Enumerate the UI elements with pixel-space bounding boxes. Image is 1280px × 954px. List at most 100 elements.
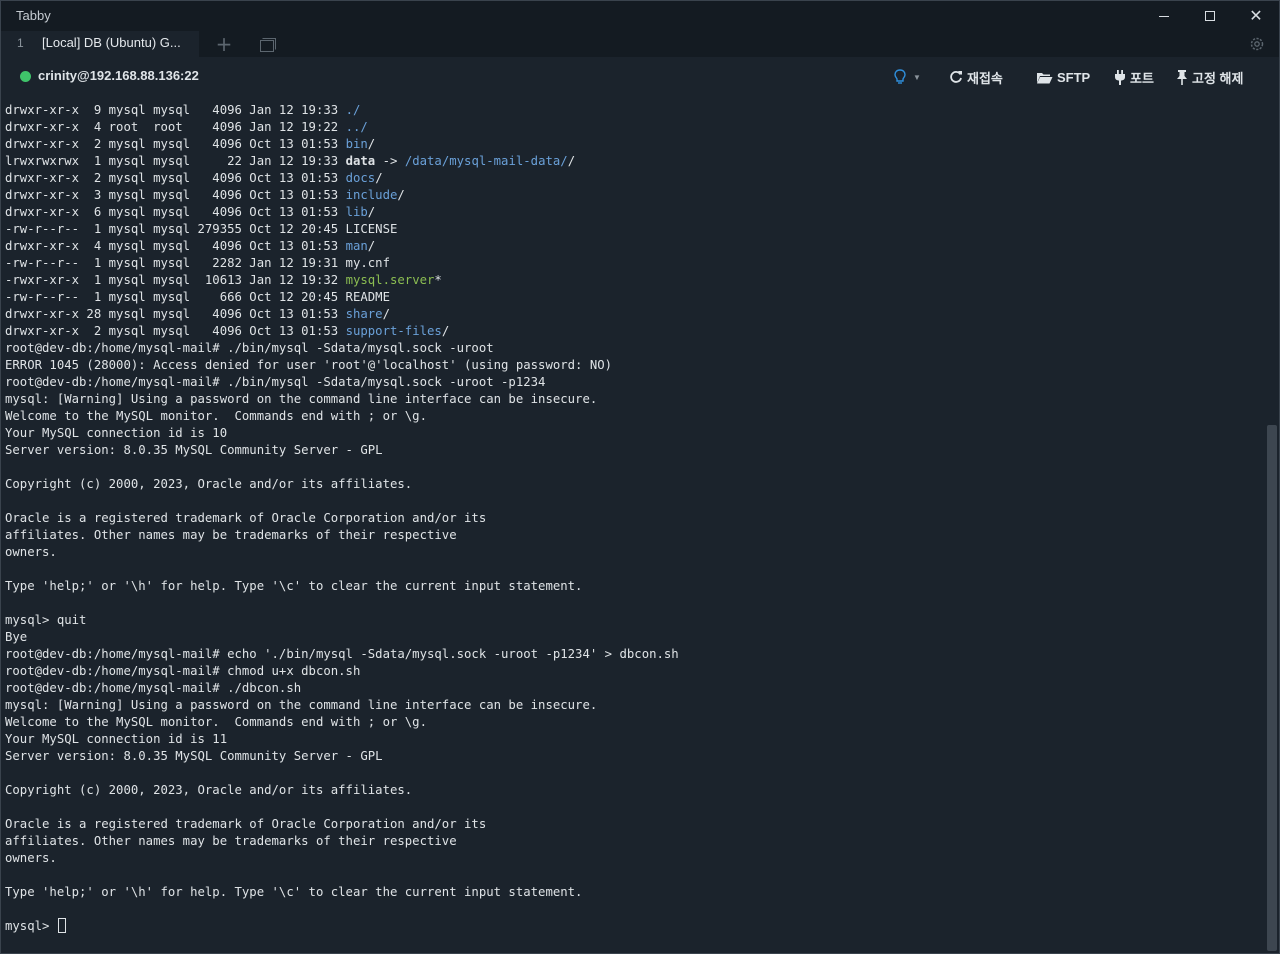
terminal-line: ERROR 1045 (28000): Access denied for us…: [5, 357, 1265, 374]
terminal-text: affiliates. Other names may be trademark…: [5, 834, 457, 848]
terminal-text: /: [397, 188, 405, 202]
terminal-text: /: [567, 154, 576, 168]
unpin-label: 고정 해제: [1192, 70, 1244, 86]
new-tab-button[interactable]: +: [214, 33, 234, 55]
terminal-line: drwxr-xr-x 2 mysql mysql 4096 Oct 13 01:…: [5, 136, 1265, 153]
terminal-line: Oracle is a registered trademark of Orac…: [5, 510, 1265, 527]
terminal-text: drwxr-xr-x 4 mysql mysql 4096 Oct 13 01:…: [5, 239, 346, 253]
terminal-line: mysql> quit: [5, 612, 1265, 629]
terminal-line: -rw-r--r-- 1 mysql mysql 279355 Oct 12 2…: [5, 221, 1265, 238]
terminal-text: owners.: [5, 851, 57, 865]
tab-bar: 1 [Local] DB (Ubuntu) G... +: [1, 31, 1279, 57]
terminal-text: drwxr-xr-x 2 mysql mysql 4096 Oct 13 01:…: [5, 324, 346, 338]
reconnect-label: 재접속: [967, 70, 1003, 86]
minimize-icon: [1159, 15, 1169, 17]
minimize-button[interactable]: [1141, 1, 1187, 31]
terminal-text: Oracle is a registered trademark of Orac…: [5, 817, 487, 831]
terminal-text: Welcome to the MySQL monitor. Commands e…: [5, 715, 427, 729]
reconnect-button[interactable]: 재접속: [949, 67, 1003, 87]
terminal-line: drwxr-xr-x 4 mysql mysql 4096 Oct 13 01:…: [5, 238, 1265, 255]
terminal-text: root@dev-db:/home/mysql-mail# echo './bi…: [5, 647, 679, 661]
host-label: crinity@192.168.88.136:22: [38, 68, 199, 83]
terminal-text: drwxr-xr-x 4 root root 4096 Jan 12 19:22: [5, 120, 346, 134]
terminal-line: owners.: [5, 850, 1265, 867]
scrollbar-thumb[interactable]: [1267, 425, 1277, 951]
terminal-scrollbar[interactable]: [1266, 97, 1279, 953]
terminal-text: drwxr-xr-x 28 mysql mysql 4096 Oct 13 01…: [5, 307, 346, 321]
terminal-line: Server version: 8.0.35 MySQL Community S…: [5, 748, 1265, 765]
terminal-text: /: [375, 171, 383, 185]
terminal-text: -rw-r--r-- 1 mysql mysql 666 Oct 12 20:4…: [5, 290, 390, 304]
tab-local-db[interactable]: 1 [Local] DB (Ubuntu) G...: [1, 31, 199, 57]
terminal-text: share: [345, 307, 383, 321]
terminal-line: Welcome to the MySQL monitor. Commands e…: [5, 714, 1265, 731]
session-toolbar: crinity@192.168.88.136:22 ▼ 재접속 SFTP 포트 …: [1, 57, 1279, 97]
terminal-line: -rw-r--r-- 1 mysql mysql 666 Oct 12 20:4…: [5, 289, 1265, 306]
terminal-line: drwxr-xr-x 3 mysql mysql 4096 Oct 13 01:…: [5, 187, 1265, 204]
terminal-text: /data/mysql-mail-data/: [404, 154, 568, 168]
maximize-button[interactable]: [1187, 1, 1233, 31]
terminal-text: Your MySQL connection id is 10: [5, 426, 228, 440]
lightbulb-icon: [894, 69, 906, 84]
close-button[interactable]: ✕: [1233, 1, 1279, 31]
ports-button[interactable]: 포트: [1114, 67, 1154, 87]
terminal-output[interactable]: drwxr-xr-x 9 mysql mysql 4096 Jan 12 19:…: [1, 97, 1265, 953]
terminal-text: *: [434, 273, 442, 287]
hints-button[interactable]: ▼: [894, 67, 921, 87]
terminal-prompt-line[interactable]: mysql>: [5, 918, 1265, 935]
terminal-text: root@dev-db:/home/mysql-mail# ./dbcon.sh: [5, 681, 302, 695]
terminal-text: Type 'help;' or '\h' for help. Type '\c'…: [5, 579, 583, 593]
split-tab-button[interactable]: [260, 37, 276, 52]
folder-open-icon: [1037, 72, 1053, 83]
terminal-text: man: [345, 239, 368, 253]
sftp-label: SFTP: [1057, 69, 1091, 85]
tab-title: [Local] DB (Ubuntu) G...: [42, 35, 181, 50]
terminal-line: root@dev-db:/home/mysql-mail# echo './bi…: [5, 646, 1265, 663]
terminal-text: root@dev-db:/home/mysql-mail# ./bin/mysq…: [5, 341, 494, 355]
terminal-text: drwxr-xr-x 6 mysql mysql 4096 Oct 13 01:…: [5, 205, 346, 219]
settings-button[interactable]: [1248, 35, 1266, 53]
terminal-text: /: [382, 307, 390, 321]
terminal-text: docs: [345, 171, 376, 185]
terminal-line: drwxr-xr-x 28 mysql mysql 4096 Oct 13 01…: [5, 306, 1265, 323]
terminal-line: Oracle is a registered trademark of Orac…: [5, 816, 1265, 833]
unpin-button[interactable]: 고정 해제: [1176, 67, 1243, 87]
plus-icon: +: [215, 32, 233, 56]
title-bar[interactable]: Tabby ✕: [1, 1, 1279, 31]
terminal-line: drwxr-xr-x 2 mysql mysql 4096 Oct 13 01:…: [5, 170, 1265, 187]
terminal-line: Type 'help;' or '\h' for help. Type '\c'…: [5, 884, 1265, 901]
terminal-line: Welcome to the MySQL monitor. Commands e…: [5, 408, 1265, 425]
pin-icon: [1177, 69, 1187, 85]
terminal-text: /: [367, 205, 376, 219]
terminal-line: root@dev-db:/home/mysql-mail# ./bin/mysq…: [5, 374, 1265, 391]
tabby-window: Tabby ✕ 1 [Local] DB (Ubuntu) G... + cri…: [0, 0, 1280, 954]
sftp-button[interactable]: SFTP: [1036, 67, 1090, 87]
terminal-text: /: [367, 239, 376, 253]
terminal-text: support-files: [345, 324, 442, 338]
terminal-text: Server version: 8.0.35 MySQL Community S…: [5, 749, 383, 763]
terminal-text: -rwxr-xr-x 1 mysql mysql 10613 Jan 12 19…: [5, 273, 346, 287]
terminal-line: lrwxrwxrwx 1 mysql mysql 22 Jan 12 19:33…: [5, 153, 1265, 170]
terminal-text: drwxr-xr-x 2 mysql mysql 4096 Oct 13 01:…: [5, 171, 346, 185]
terminal-text: mysql> quit: [5, 613, 87, 627]
plug-icon: [1115, 69, 1125, 85]
terminal-line: -rwxr-xr-x 1 mysql mysql 10613 Jan 12 19…: [5, 272, 1265, 289]
terminal-text: owners.: [5, 545, 57, 559]
terminal-line: -rw-r--r-- 1 mysql mysql 2282 Jan 12 19:…: [5, 255, 1265, 272]
terminal-line: owners.: [5, 544, 1265, 561]
terminal-text: mysql: [Warning] Using a password on the…: [5, 392, 598, 406]
refresh-icon: [950, 71, 962, 83]
terminal-text: drwxr-xr-x 3 mysql mysql 4096 Oct 13 01:…: [5, 188, 346, 202]
maximize-icon: [1205, 11, 1215, 21]
terminal-text: /: [367, 137, 376, 151]
terminal-text: ->: [375, 154, 405, 168]
terminal-line: root@dev-db:/home/mysql-mail# ./dbcon.sh: [5, 680, 1265, 697]
split-view-icon: [260, 38, 276, 52]
terminal-cursor: [57, 918, 66, 933]
terminal-text: ./: [345, 103, 361, 117]
